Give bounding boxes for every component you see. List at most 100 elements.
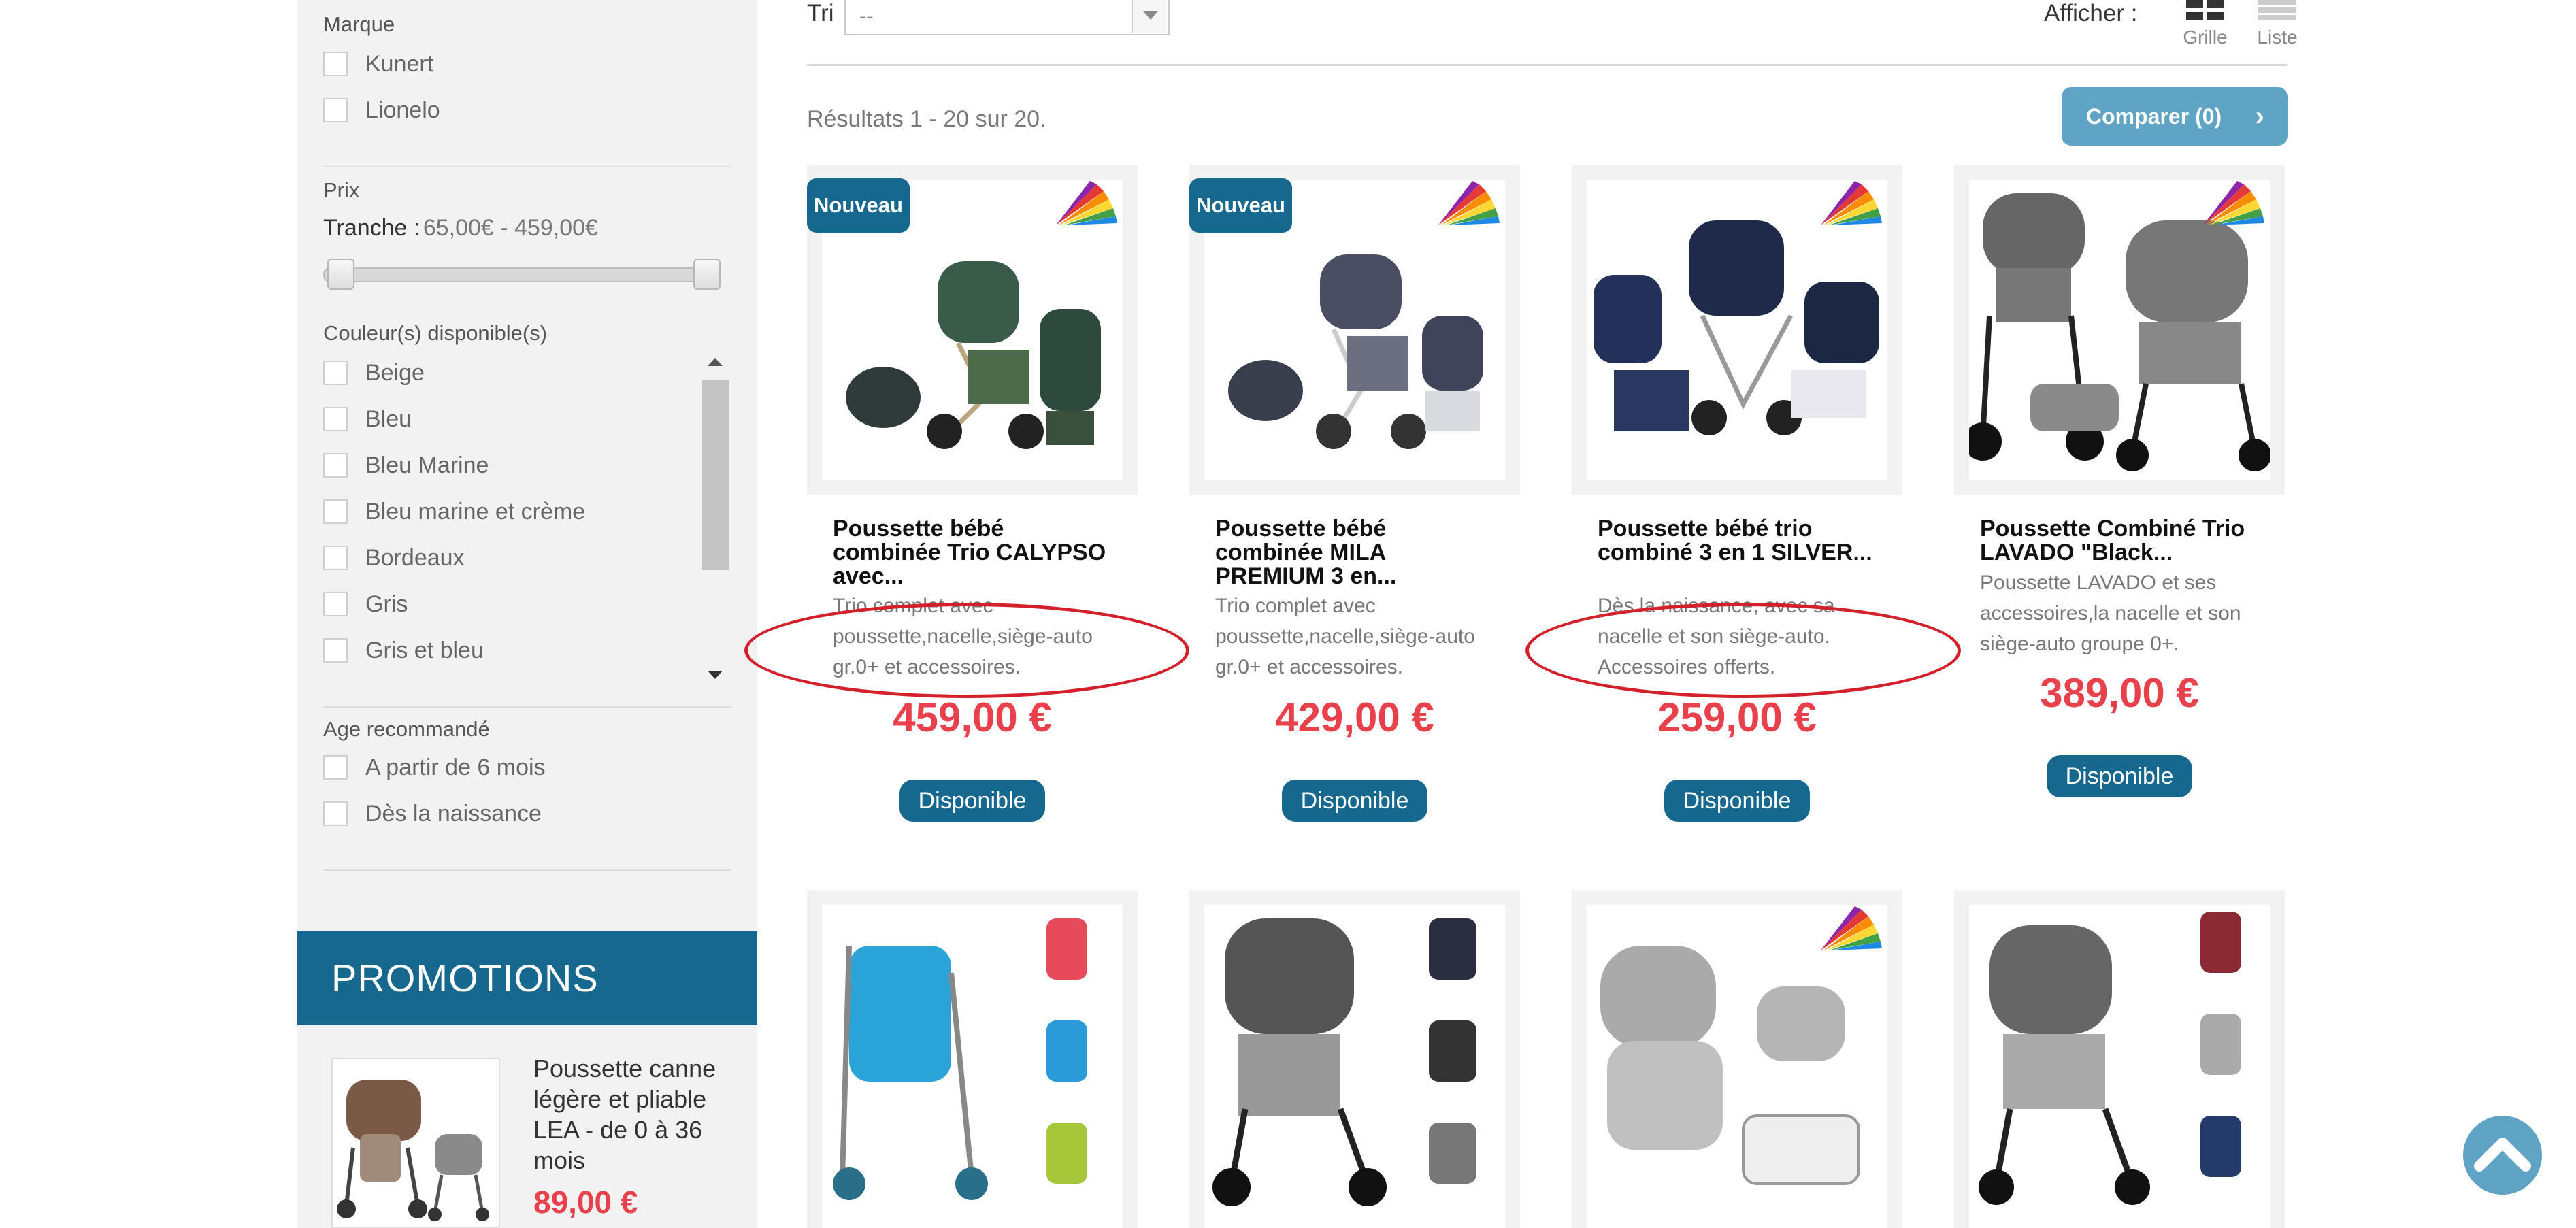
brand-option-label: Kunert: [365, 50, 434, 77]
age-option-label: A partir de 6 mois: [365, 754, 546, 780]
age-option[interactable]: Dès la naissance: [323, 791, 731, 837]
brand-option-label: Lionelo: [365, 97, 440, 123]
compare-button[interactable]: Comparer (0) ›: [2062, 87, 2288, 146]
color-palette-icon: [1056, 181, 1117, 225]
stroller-image: [833, 918, 1087, 1200]
new-badge: Nouveau: [1189, 178, 1292, 233]
checkbox[interactable]: [323, 52, 348, 76]
toolbar-divider: [807, 64, 2288, 66]
sort-select[interactable]: --: [844, 0, 1170, 35]
price-slider-min-handle[interactable]: [327, 259, 354, 290]
list-icon: [2258, 0, 2296, 20]
product-price: 259,00 €: [1657, 695, 1817, 740]
price-slider-track[interactable]: [323, 267, 716, 282]
color-palette-icon: [1438, 181, 1500, 225]
scroll-down-icon[interactable]: [708, 671, 723, 679]
product-name[interactable]: Poussette bébé combinée Trio CALYPSO ave…: [833, 517, 1112, 588]
color-option-label: Beige: [365, 359, 425, 386]
price-range-label: Tranche :: [323, 215, 420, 241]
color-filter-title: Couleur(s) disponible(s): [323, 321, 548, 345]
divider: [323, 869, 731, 871]
price-slider-max-handle[interactable]: [693, 259, 721, 290]
grid-view-label: Grille: [2183, 27, 2228, 48]
color-option-label: Gris et bleu: [365, 637, 484, 663]
price-range-text: Tranche : 65,00€ - 459,00€: [323, 215, 731, 242]
color-option-label: Bleu: [365, 405, 412, 432]
color-option[interactable]: Beige: [323, 350, 691, 396]
divider: [323, 166, 731, 167]
age-option-label: Dès la naissance: [365, 800, 542, 827]
color-option[interactable]: Bleu: [323, 396, 691, 442]
color-option[interactable]: Bordeaux: [323, 535, 691, 581]
color-filter: Couleur(s) disponible(s) Beige Bleu Bleu…: [323, 321, 731, 676]
new-badge: Nouveau: [807, 178, 910, 233]
product-image[interactable]: [822, 905, 1123, 1228]
color-option-label: Gris: [365, 591, 408, 617]
age-filter-title: Age recommandé: [323, 717, 490, 741]
color-option-label: Bleu marine et crème: [365, 498, 586, 525]
checkbox[interactable]: [323, 499, 348, 524]
color-option-label: Bordeaux: [365, 544, 465, 571]
promo-product-price: 89,00 €: [533, 1184, 638, 1220]
color-palette-icon: [1821, 181, 1882, 225]
view-label: Afficher :: [2044, 0, 2138, 27]
product-image[interactable]: [1969, 905, 2270, 1228]
color-option[interactable]: Gris: [323, 581, 691, 627]
scroll-up-icon[interactable]: [708, 358, 723, 366]
divider: [323, 706, 731, 708]
availability-button[interactable]: Disponible: [1664, 780, 1810, 822]
chevron-down-icon[interactable]: [1132, 0, 1167, 33]
color-option[interactable]: Bleu Marine: [323, 442, 691, 488]
stroller-image: [337, 1080, 489, 1221]
color-option[interactable]: Gris et bleu: [323, 627, 691, 674]
age-option[interactable]: A partir de 6 mois: [323, 744, 731, 791]
color-list-scrollbar[interactable]: [702, 352, 729, 684]
red-ellipse-annotation: [744, 603, 1189, 698]
checkbox[interactable]: [323, 361, 348, 385]
product-name[interactable]: Poussette Combiné Trio LAVADO "Black...: [1980, 517, 2259, 565]
promo-product-image[interactable]: [331, 1058, 500, 1228]
compare-button-label: Comparer (0): [2086, 104, 2222, 129]
brand-option-lionelo[interactable]: Lionelo: [323, 87, 731, 133]
checkbox[interactable]: [323, 592, 348, 616]
checkbox[interactable]: [323, 755, 348, 780]
checkbox[interactable]: [323, 801, 348, 826]
checkbox[interactable]: [323, 453, 348, 478]
scroll-thumb[interactable]: [702, 380, 729, 570]
brand-option-kunert[interactable]: Kunert: [323, 41, 731, 87]
promotions-heading: PROMOTIONS: [297, 931, 757, 1025]
checkbox[interactable]: [323, 638, 348, 663]
availability-button[interactable]: Disponible: [1282, 780, 1427, 822]
stroller-image: [1979, 912, 2241, 1205]
checkbox[interactable]: [323, 546, 348, 570]
brand-filter: Marque Kunert Lionelo: [323, 12, 731, 133]
product-price: 389,00 €: [2040, 670, 2199, 716]
scroll-to-top-button[interactable]: [2463, 1116, 2542, 1195]
product-image[interactable]: [1204, 905, 1505, 1228]
checkbox[interactable]: [323, 407, 348, 431]
grid-icon: [2186, 0, 2224, 20]
product-price: 459,00 €: [893, 695, 1052, 740]
filter-sidebar: Marque Kunert Lionelo Prix Tranche : 65,…: [297, 0, 757, 1228]
sort-select-value: --: [859, 4, 874, 28]
promo-product-name[interactable]: Poussette canne légère et pliable LEA - …: [533, 1053, 738, 1176]
chevron-right-icon: ›: [2255, 101, 2264, 131]
list-view-label: Liste: [2257, 27, 2298, 48]
color-option-label: Bleu Marine: [365, 452, 489, 478]
grid-view-button[interactable]: Grille: [2175, 0, 2236, 48]
color-option[interactable]: Bleu marine et crème: [323, 488, 691, 535]
color-palette-icon: [2203, 181, 2264, 225]
checkbox[interactable]: [323, 98, 348, 122]
price-range-value: 65,00€ - 459,00€: [423, 215, 598, 241]
product-name[interactable]: Poussette bébé combinée MILA PREMIUM 3 e…: [1215, 517, 1494, 588]
list-view-button[interactable]: Liste: [2247, 0, 2308, 48]
stroller-image: [1212, 918, 1476, 1206]
results-count: Résultats 1 - 20 sur 20.: [807, 106, 1046, 132]
color-options-list: Beige Bleu Bleu Marine Bleu marine et cr…: [323, 350, 691, 676]
red-ellipse-annotation: [1525, 603, 1961, 698]
product-name[interactable]: Poussette bébé trio combiné 3 en 1 SILVE…: [1598, 517, 1877, 565]
price-filter: Prix Tranche : 65,00€ - 459,00€: [323, 178, 731, 242]
brand-filter-title: Marque: [323, 12, 395, 36]
availability-button[interactable]: Disponible: [2047, 755, 2192, 797]
availability-button[interactable]: Disponible: [899, 780, 1045, 822]
